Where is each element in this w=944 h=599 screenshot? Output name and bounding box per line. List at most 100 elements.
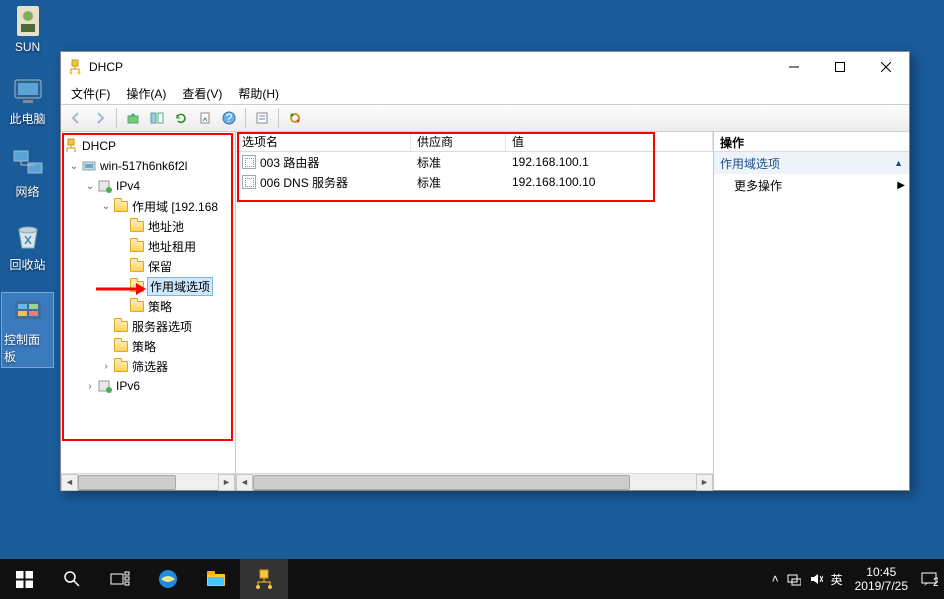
tray-volume-icon[interactable]: [809, 572, 823, 586]
tree-scope-options[interactable]: 作用域选项: [63, 276, 233, 296]
svg-text:?: ?: [226, 111, 233, 125]
cell-vendor: 标准: [411, 154, 506, 171]
option-icon: [242, 175, 256, 189]
action-pane: 操作 作用域选项 ▲ 更多操作 ▶: [714, 132, 909, 490]
titlebar[interactable]: DHCP: [61, 52, 909, 82]
tree-hscrollbar[interactable]: ◄ ►: [61, 473, 235, 490]
tree-scope-policies[interactable]: 策略: [63, 296, 233, 316]
cell-value: 192.168.100.10: [506, 175, 713, 189]
tray-clock[interactable]: 10:45 2019/7/25: [851, 565, 912, 593]
toolbar: ?: [61, 104, 909, 132]
search-button[interactable]: [48, 559, 96, 599]
scroll-right-button[interactable]: ►: [218, 474, 235, 491]
desktop-icon-network[interactable]: 网络: [2, 147, 53, 200]
taskbar-explorer[interactable]: [192, 559, 240, 599]
help-button[interactable]: ?: [218, 107, 240, 129]
submenu-icon: ▶: [897, 180, 905, 191]
clock-time: 10:45: [855, 565, 908, 579]
properties-button[interactable]: [251, 107, 273, 129]
window-title: DHCP: [89, 60, 771, 74]
col-option-name[interactable]: 选项名: [236, 132, 411, 151]
tree-ipv4[interactable]: ⌄ IPv4: [63, 176, 233, 196]
list-pane: 选项名 供应商 值 003 路由器 标准 192.168.100.1 006 D…: [236, 132, 714, 490]
taskbar-dhcp[interactable]: [240, 559, 288, 599]
export-button[interactable]: [194, 107, 216, 129]
tree-pane: DHCP ⌄ win-517h6nk6f2l ⌄ IPv4 ⌄ 作用域 [192…: [61, 132, 236, 490]
svg-text:2: 2: [933, 575, 938, 588]
tree-label: win-517h6nk6f2l: [100, 159, 187, 173]
cell-vendor: 标准: [411, 174, 506, 191]
tree-server[interactable]: ⌄ win-517h6nk6f2l: [63, 156, 233, 176]
tree-server-options[interactable]: 服务器选项: [63, 316, 233, 336]
tree-filters[interactable]: › 筛选器: [63, 356, 233, 376]
close-button[interactable]: [863, 52, 909, 82]
tree-label: 筛选器: [132, 358, 168, 375]
tray-network-icon[interactable]: [787, 572, 801, 586]
taskbar-ie[interactable]: [144, 559, 192, 599]
maximize-button[interactable]: [817, 52, 863, 82]
minimize-button[interactable]: [771, 52, 817, 82]
list-row[interactable]: 003 路由器 标准 192.168.100.1: [236, 152, 713, 172]
action-more[interactable]: 更多操作 ▶: [714, 174, 909, 196]
desktop-icon-thispc[interactable]: 此电脑: [2, 74, 53, 127]
tree-label: 作用域选项: [148, 278, 212, 295]
tree-label: IPv6: [116, 379, 140, 393]
desktop-icon-label: 控制面板: [4, 331, 51, 365]
tree-reservations[interactable]: 保留: [63, 256, 233, 276]
col-vendor[interactable]: 供应商: [411, 132, 506, 151]
menu-view[interactable]: 查看(V): [174, 83, 230, 104]
desktop-icon-label: 回收站: [9, 256, 45, 273]
list-hscrollbar[interactable]: ◄ ►: [236, 473, 713, 490]
scroll-left-button[interactable]: ◄: [236, 474, 253, 491]
back-button: [65, 107, 87, 129]
menu-help[interactable]: 帮助(H): [230, 83, 287, 104]
tree-ipv6[interactable]: › IPv6: [63, 376, 233, 396]
tree-label: 服务器选项: [132, 318, 192, 335]
start-button[interactable]: [0, 559, 48, 599]
tree-leases[interactable]: 地址租用: [63, 236, 233, 256]
action-label: 更多操作: [734, 177, 782, 194]
tree-label: 策略: [148, 298, 172, 315]
tray-chevron-icon[interactable]: ˄: [772, 572, 779, 586]
option-icon: [242, 155, 256, 169]
menubar: 文件(F) 操作(A) 查看(V) 帮助(H): [61, 82, 909, 104]
list-header[interactable]: 选项名 供应商 值: [236, 132, 713, 152]
up-button[interactable]: [122, 107, 144, 129]
actions-section[interactable]: 作用域选项 ▲: [714, 152, 909, 174]
desktop-icon-label: 网络: [15, 183, 39, 200]
configure-button[interactable]: [284, 107, 306, 129]
tree-root-dhcp[interactable]: DHCP: [63, 136, 233, 156]
tree-label: DHCP: [82, 139, 116, 153]
tree-address-pool[interactable]: 地址池: [63, 216, 233, 236]
scroll-right-button[interactable]: ►: [696, 474, 713, 491]
collapse-icon: ▲: [894, 158, 903, 168]
menu-action[interactable]: 操作(A): [118, 83, 174, 104]
tree-label: 保留: [148, 258, 172, 275]
taskview-button[interactable]: [96, 559, 144, 599]
tree-label: 策略: [132, 338, 156, 355]
cell-name: 003 路由器: [260, 154, 319, 171]
desktop-icon-label: SUN: [15, 40, 40, 54]
tree-scope[interactable]: ⌄ 作用域 [192.168: [63, 196, 233, 216]
cell-value: 192.168.100.1: [506, 155, 713, 169]
cell-name: 006 DNS 服务器: [260, 174, 348, 191]
tree-label: 地址租用: [148, 238, 196, 255]
refresh-button[interactable]: [170, 107, 192, 129]
actions-section-label: 作用域选项: [720, 155, 780, 172]
forward-button: [89, 107, 111, 129]
tree-server-policies[interactable]: 策略: [63, 336, 233, 356]
tray-notifications-icon[interactable]: 2: [920, 570, 938, 588]
dhcp-window: DHCP 文件(F) 操作(A) 查看(V) 帮助(H) ?: [60, 51, 910, 491]
desktop-icon-recycle[interactable]: 回收站: [2, 220, 53, 273]
actions-header: 操作: [714, 132, 909, 152]
taskbar: ˄ 英 10:45 2019/7/25 2: [0, 559, 944, 599]
menu-file[interactable]: 文件(F): [63, 83, 118, 104]
desktop-icon-sun[interactable]: SUN: [2, 4, 53, 54]
tray-ime[interactable]: 英: [831, 571, 843, 588]
col-value[interactable]: 值: [506, 132, 713, 151]
scroll-left-button[interactable]: ◄: [61, 474, 78, 491]
app-icon: [67, 59, 83, 75]
show-hide-tree-button[interactable]: [146, 107, 168, 129]
list-row[interactable]: 006 DNS 服务器 标准 192.168.100.10: [236, 172, 713, 192]
desktop-icon-controlpanel[interactable]: 控制面板: [2, 293, 53, 367]
